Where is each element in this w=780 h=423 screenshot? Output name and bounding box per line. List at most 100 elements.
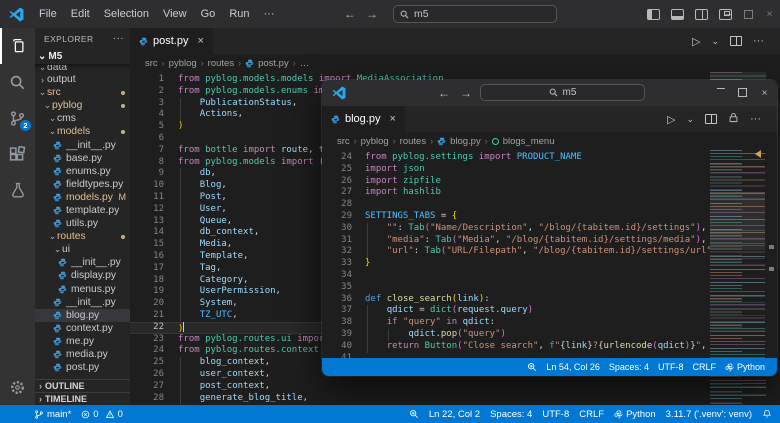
git-branch-item[interactable]: main* [34,409,71,420]
manage-gear-icon[interactable] [0,369,35,405]
notifications-bell-icon[interactable] [762,409,772,419]
tree-file-base.py[interactable]: base.py [35,152,130,165]
testing-activity-icon[interactable] [0,172,35,208]
indentation-item[interactable]: Spaces: 4 [490,409,532,420]
run-python-file-icon[interactable]: ▷ [667,113,675,126]
cursor-position-item[interactable]: Ln 22, Col 2 [429,409,480,420]
source-control-activity-icon[interactable]: 2 [0,100,35,136]
tree-folder-models[interactable]: ⌄models [35,125,130,138]
breadcrumb-item[interactable]: … [300,58,310,69]
tree-folder-output[interactable]: ›output [35,73,130,86]
cursor-position-item[interactable]: Ln 54, Col 26 [546,362,600,372]
tree-file-utils.py[interactable]: utils.py [35,217,130,230]
nav-back-icon[interactable]: ← [438,86,450,100]
code-line-24[interactable]: 24from pyblog.settings import PRODUCT_NA… [322,152,710,164]
tree-file-models.py[interactable]: models.pyM [35,191,130,204]
breadcrumb-item[interactable]: src [337,136,350,147]
minimize-icon[interactable] [723,14,732,15]
vscode-overlay-window[interactable]: ← → m5 × blog.py × ▷ ⌄ [322,80,777,376]
code-line-27[interactable]: 27import hashlib [322,187,710,199]
command-center-search[interactable]: m5 [393,5,557,23]
code-line-26[interactable]: 26import zipfile [322,176,710,188]
menu-view[interactable]: View [156,4,194,24]
toggle-secondary-sidebar-icon[interactable] [695,9,708,20]
code-line-28[interactable]: 28 generate_blog_title, [130,393,710,405]
code-line-30[interactable]: 30 "": Tab("Name/Description", "/blog/{t… [322,223,710,235]
tree-file-__init__.py[interactable]: __init__.py [35,256,130,269]
minimize-icon[interactable] [716,88,725,99]
breadcrumb-item[interactable]: post.py [258,58,289,69]
code-line-32[interactable]: 32 "url": Tab("URL/Filepath", "/blog/{ta… [322,246,710,258]
editor-more-actions-icon[interactable]: ··· [750,113,761,125]
tree-file-enums.py[interactable]: enums.py [35,165,130,178]
outline-section[interactable]: › OUTLINE [35,379,130,392]
menu-run[interactable]: Run [222,4,256,24]
tree-file-menus.py[interactable]: menus.py [35,283,130,296]
eol-item[interactable]: CRLF [692,362,716,372]
minimap[interactable] [710,150,765,358]
workspace-root-row[interactable]: ⌄ M5 [35,49,130,64]
code-area-blog-py[interactable]: 24from pyblog.settings import PRODUCT_NA… [322,150,777,358]
tree-file-context.py[interactable]: context.py [35,322,130,335]
tree-file-__init__.py[interactable]: __init__.py [35,296,130,309]
editor-more-actions-icon[interactable]: ··· [753,35,764,47]
run-python-file-icon[interactable]: ▷ [692,35,700,48]
code-line-36[interactable]: 36def close_search(link): [322,294,710,306]
tab-post-py[interactable]: post.py × [130,28,213,54]
encoding-item[interactable]: UTF-8 [542,409,569,420]
code-line-25[interactable]: 25import json [322,164,710,176]
timeline-section[interactable]: › TIMELINE [35,392,130,405]
extensions-activity-icon[interactable] [0,136,35,172]
toggle-sidebar-icon[interactable] [647,9,660,20]
run-dropdown-chevron-icon[interactable]: ⌄ [711,36,719,47]
explorer-more-actions-icon[interactable]: ··· [113,33,124,44]
close-icon[interactable]: × [760,88,769,99]
close-tab-icon[interactable]: × [197,35,203,47]
code-line-31[interactable]: 31 "media": Tab("Media", "/blog/{tabitem… [322,235,710,247]
tree-folder-ui[interactable]: ⌄ui [35,243,130,256]
menu-file[interactable]: File [32,4,64,24]
problems-item[interactable]: 0 0 [81,409,123,420]
run-dropdown-chevron-icon[interactable]: ⌄ [686,114,694,125]
zoom-indicator-icon[interactable] [409,409,419,419]
menu-selection[interactable]: Selection [97,4,156,24]
nav-back-icon[interactable]: ← [344,7,356,21]
code-line-35[interactable]: 35 [322,282,710,294]
nav-forward-icon[interactable]: → [366,7,378,21]
breadcrumb-item[interactable]: src [145,58,158,69]
breadcrumb-item[interactable]: routes [400,136,426,147]
tree-file-post.py[interactable]: post.py [35,361,130,374]
code-line-39[interactable]: 39 qdict.pop("query") [322,329,710,341]
tree-folder-cms[interactable]: ⌄cms [35,112,130,125]
split-editor-icon[interactable] [730,36,742,46]
language-mode-item[interactable]: Python [725,362,765,372]
overlay-command-center-search[interactable]: m5 [480,84,645,101]
breadcrumb-item[interactable]: pyblog [169,58,197,69]
eol-item[interactable]: CRLF [579,409,604,420]
nav-forward-icon[interactable]: → [460,86,472,100]
split-editor-icon[interactable] [705,114,717,124]
tree-folder-src[interactable]: ⌄src [35,86,130,99]
code-line-33[interactable]: 33} [322,258,710,270]
zoom-indicator-icon[interactable] [527,362,537,372]
tree-file-me.py[interactable]: me.py [35,335,130,348]
code-line-28[interactable]: 28 [322,199,710,211]
breadcrumb-item[interactable]: routes [208,58,234,69]
code-line-37[interactable]: 37 qdict = dict(request.query) [322,305,710,317]
maximize-icon[interactable] [744,10,753,19]
language-mode-item[interactable]: Python [614,409,656,420]
toggle-panel-icon[interactable] [671,9,684,20]
code-line-41[interactable]: 41 [322,353,710,358]
tree-file-__init__.py[interactable]: __init__.py [35,138,130,151]
code-line-34[interactable]: 34 [322,270,710,282]
tree-file-blog.py[interactable]: blog.py [35,309,130,322]
close-tab-icon[interactable]: × [389,113,395,125]
tree-folder-pyblog[interactable]: ⌄pyblog [35,99,130,112]
close-icon[interactable]: × [765,9,774,20]
menu-go[interactable]: Go [194,4,223,24]
code-line-29[interactable]: 29SETTINGS_TABS = { [322,211,710,223]
menu-[interactable]: ··· [257,4,282,24]
tree-folder-routes[interactable]: ⌄routes [35,230,130,243]
maximize-icon[interactable] [738,88,747,99]
code-line-38[interactable]: 38 if "query" in qdict: [322,317,710,329]
